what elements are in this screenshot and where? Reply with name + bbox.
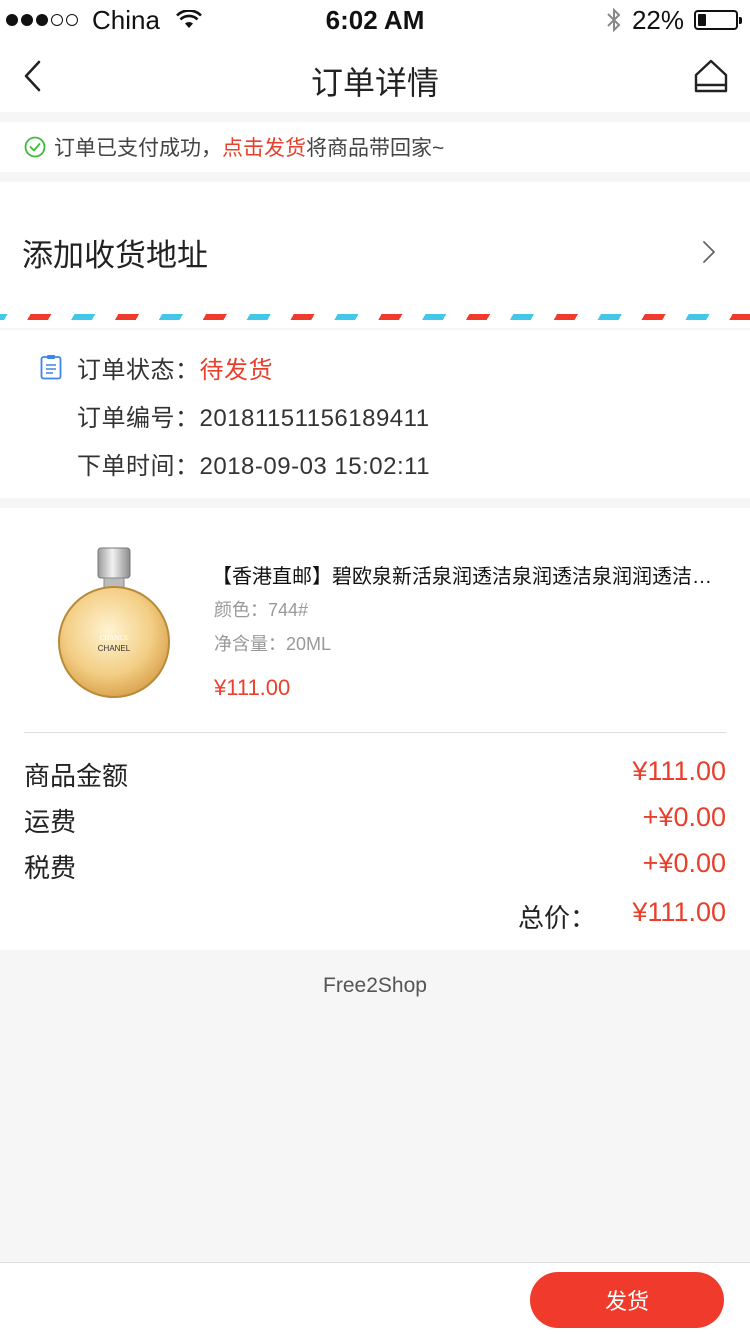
order-list-icon bbox=[40, 355, 62, 380]
notice-prefix: 订单已支付成功， bbox=[54, 137, 222, 160]
order-number-row: 订单编号：20181151156189411 bbox=[77, 398, 430, 433]
order-status-row: 订单状态：待发货 bbox=[77, 350, 273, 385]
total-label: 总价： bbox=[517, 903, 596, 933]
order-detail-page: China 6:02 AM 22% 订单详情 订单已支付成功， 点击发货 将商品… bbox=[0, 0, 750, 1334]
payment-notice: 订单已支付成功， 点击发货 将商品带回家~ bbox=[0, 122, 750, 172]
order-time-value: 2018-09-03 15:02:11 bbox=[199, 453, 431, 480]
order-number-label: 订单编号： bbox=[77, 405, 200, 432]
product-volume: 净含量：20ML bbox=[214, 634, 332, 654]
home-icon[interactable] bbox=[694, 58, 728, 94]
bluetooth-icon bbox=[607, 7, 621, 33]
chevron-right-icon bbox=[703, 241, 715, 263]
tax-value: +¥0.00 bbox=[642, 848, 726, 878]
product-image-text-chanel: CHANEL bbox=[98, 644, 131, 653]
order-number-value: 20181151156189411 bbox=[199, 405, 430, 432]
notice-suffix: 将商品带回家~ bbox=[306, 137, 445, 160]
total-value: ¥111.00 bbox=[632, 897, 726, 927]
product-color: 颜色：744# bbox=[214, 600, 309, 620]
status-right: 22% bbox=[606, 4, 742, 35]
product-image-text-chance: CHANCE bbox=[100, 634, 129, 642]
goods-amount-value: ¥111.00 bbox=[632, 756, 726, 786]
order-time-row: 下单时间：2018-09-03 15:02:11 bbox=[77, 446, 430, 481]
add-address-row[interactable]: 添加收货地址 bbox=[0, 182, 750, 314]
page-title: 订单详情 bbox=[310, 65, 439, 101]
order-info: 订单状态：待发货 订单编号：20181151156189411 下单时间：201… bbox=[0, 330, 750, 498]
price-summary: 商品金额 ¥111.00 运费 +¥0.00 税费 +¥0.00 总价： ¥11… bbox=[0, 732, 750, 950]
shipping-fee-label: 运费 bbox=[24, 807, 77, 837]
tax-label: 税费 bbox=[24, 853, 77, 883]
add-address-label: 添加收货地址 bbox=[22, 238, 208, 273]
battery-fill bbox=[698, 14, 706, 26]
check-circle-icon bbox=[24, 136, 46, 158]
shipping-fee-value: +¥0.00 bbox=[642, 802, 726, 832]
ship-button[interactable]: 发货 bbox=[530, 1272, 724, 1328]
order-status-label: 订单状态： bbox=[77, 357, 200, 384]
status-bar: China 6:02 AM 22% bbox=[0, 0, 750, 40]
product-title[interactable]: 【香港直邮】碧欧泉新活泉润透洁泉润透洁泉润润透洁泉润透 bbox=[212, 560, 722, 589]
bottom-action-bar: 发货 bbox=[0, 1262, 750, 1334]
divider bbox=[24, 732, 726, 733]
battery-percent: 22% bbox=[631, 4, 684, 35]
battery-icon bbox=[694, 10, 742, 30]
ship-now-link[interactable]: 点击发货 bbox=[222, 132, 306, 162]
order-time-label: 下单时间： bbox=[77, 453, 200, 480]
brand-footer: Free2Shop bbox=[323, 974, 427, 997]
product-item[interactable]: CHANCE CHANEL 【香港直邮】碧欧泉新活泉润透洁泉润透洁泉润润透洁泉润… bbox=[0, 508, 750, 732]
product-image: CHANCE CHANEL bbox=[58, 547, 170, 698]
nav-bar: 订单详情 bbox=[0, 40, 750, 112]
order-status-value: 待发货 bbox=[199, 357, 273, 384]
product-price: ¥111.00 bbox=[214, 675, 291, 700]
goods-amount-label: 商品金额 bbox=[24, 761, 129, 791]
